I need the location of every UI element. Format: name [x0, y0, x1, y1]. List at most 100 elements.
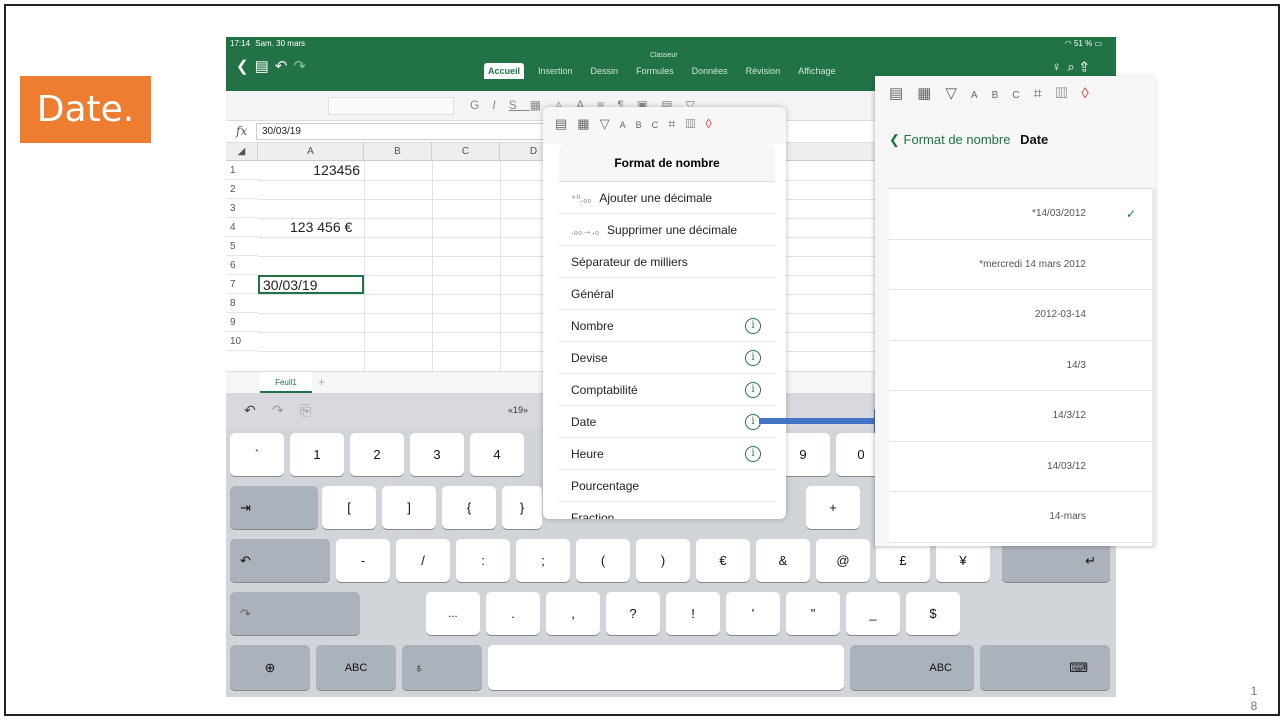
row-header[interactable]: 6: [226, 256, 258, 275]
add-sheet-icon[interactable]: +: [318, 375, 325, 389]
select-all-corner[interactable]: ◢: [226, 143, 258, 161]
key-dollar[interactable]: $: [906, 592, 960, 635]
abc-key-right[interactable]: ABC: [850, 645, 974, 690]
sheet-icon[interactable]: ▥: [685, 116, 705, 131]
cell-a7-selected[interactable]: 30/03/19: [258, 275, 364, 294]
format-item-percentage[interactable]: Pourcentage: [559, 470, 775, 502]
key-at[interactable]: @: [816, 539, 870, 582]
eraser-icon[interactable]: ◊: [1081, 85, 1102, 102]
column-header[interactable]: C: [432, 143, 500, 161]
key-3[interactable]: 3: [410, 433, 464, 476]
row-header[interactable]: 10: [226, 332, 258, 351]
format-item-time[interactable]: Heure i: [559, 438, 775, 470]
row-header[interactable]: 8: [226, 294, 258, 313]
key-underscore[interactable]: _: [846, 592, 900, 635]
info-icon[interactable]: i: [745, 382, 761, 398]
date-option[interactable]: 14-mars: [889, 492, 1156, 543]
number-format-icon[interactable]: ABC: [971, 90, 1034, 101]
key-close-bracket[interactable]: ]: [382, 486, 436, 529]
key-question[interactable]: ?: [606, 592, 660, 635]
panel-scrollbar[interactable]: [1152, 188, 1156, 546]
number-format-icon[interactable]: ABC: [620, 120, 669, 130]
info-icon[interactable]: i: [745, 446, 761, 462]
key-quote[interactable]: ": [786, 592, 840, 635]
back-to-number-format[interactable]: Format de nombre: [904, 132, 1011, 147]
date-option[interactable]: 14-mars-12: [889, 543, 1156, 547]
autocomplete-suggestion[interactable]: «19»: [508, 405, 528, 415]
redo-icon[interactable]: ↷: [272, 402, 284, 419]
key-open-paren[interactable]: (: [576, 539, 630, 582]
column-header[interactable]: A: [258, 143, 364, 161]
format-item-number[interactable]: Nombre i: [559, 310, 775, 342]
date-option[interactable]: *mercredi 14 mars 2012: [889, 240, 1156, 290]
key-4[interactable]: 4: [470, 433, 524, 476]
undo-icon[interactable]: ↶: [244, 402, 256, 419]
tab-insertion[interactable]: Insertion: [534, 63, 577, 79]
key-1[interactable]: 1: [290, 433, 344, 476]
format-item-general[interactable]: Général: [559, 278, 775, 310]
abc-key-left[interactable]: ABC: [316, 645, 396, 690]
redo-key[interactable]: ↷: [230, 592, 360, 635]
format-item-currency[interactable]: Devise i: [559, 342, 775, 374]
format-item-date[interactable]: Date i: [559, 406, 775, 438]
key-exclamation[interactable]: !: [666, 592, 720, 635]
row-header[interactable]: 1: [226, 161, 258, 180]
sheet-icon[interactable]: ▥: [1056, 85, 1081, 102]
paste-icon[interactable]: ⎘: [300, 402, 311, 419]
search-icon[interactable]: ⌕: [1067, 59, 1080, 74]
formula-input[interactable]: [256, 123, 556, 140]
date-option[interactable]: 14/03/12: [889, 442, 1156, 492]
date-option[interactable]: 14/3/12: [889, 391, 1156, 442]
key-close-paren[interactable]: ): [636, 539, 690, 582]
table-style-icon[interactable]: ▦: [577, 116, 599, 131]
eraser-icon[interactable]: ◊: [705, 116, 721, 131]
key-ampersand[interactable]: &: [756, 539, 810, 582]
key-plus[interactable]: +: [806, 486, 860, 529]
format-item-thousands-separator[interactable]: Séparateur de milliers: [559, 246, 775, 278]
tab-donnees[interactable]: Données: [688, 63, 732, 79]
key-close-brace[interactable]: }: [502, 486, 542, 529]
font-name-box[interactable]: [328, 97, 454, 115]
file-icon[interactable]: ▤: [255, 58, 275, 75]
key-comma[interactable]: ,: [546, 592, 600, 635]
tab-formules[interactable]: Formules: [632, 63, 678, 79]
format-painter-icon[interactable]: ▽: [945, 85, 971, 102]
tab-accueil[interactable]: Accueil: [484, 63, 525, 79]
redo-icon[interactable]: ↷: [293, 58, 312, 75]
key-period[interactable]: .: [486, 592, 540, 635]
bold-icon[interactable]: G: [470, 98, 492, 112]
italic-icon[interactable]: I: [492, 98, 508, 112]
date-option[interactable]: 2012-03-14: [889, 290, 1156, 341]
lightbulb-icon[interactable]: ♀: [1052, 59, 1068, 74]
row-header[interactable]: 7: [226, 275, 258, 294]
column-header[interactable]: B: [364, 143, 432, 161]
space-key[interactable]: [488, 645, 844, 690]
cell-a1[interactable]: 123456: [258, 161, 362, 180]
tab-revision[interactable]: Révision: [742, 63, 785, 79]
format-item-accounting[interactable]: Comptabilité i: [559, 374, 775, 406]
key-2[interactable]: 2: [350, 433, 404, 476]
info-icon[interactable]: i: [745, 318, 761, 334]
tab-dessin[interactable]: Dessin: [587, 63, 623, 79]
format-painter-icon[interactable]: ▽: [600, 116, 620, 131]
row-header[interactable]: 5: [226, 237, 258, 256]
tab-affichage[interactable]: Affichage: [794, 63, 839, 79]
key-open-brace[interactable]: {: [442, 486, 496, 529]
key-ellipsis[interactable]: ...: [426, 592, 480, 635]
crop-icon[interactable]: ⌗: [668, 116, 685, 131]
key-open-bracket[interactable]: [: [322, 486, 376, 529]
row-header[interactable]: 2: [226, 180, 258, 199]
cells-icon[interactable]: ▤: [889, 85, 917, 102]
sheet-tab-feuil1[interactable]: Feuil1: [260, 372, 312, 393]
format-item-remove-decimal[interactable]: .₀₀→.₀ Supprimer une décimale: [559, 214, 775, 246]
undo-key[interactable]: ↶: [230, 539, 330, 582]
hide-keyboard-icon[interactable]: ⌨: [980, 645, 1110, 690]
back-chevron-icon[interactable]: ❮: [236, 58, 255, 75]
globe-key-icon[interactable]: ⊕: [230, 645, 310, 690]
cell-a4[interactable]: 123 456 €: [258, 218, 362, 237]
key-minus[interactable]: -: [336, 539, 390, 582]
key-apostrophe[interactable]: ': [726, 592, 780, 635]
key-semicolon[interactable]: ;: [516, 539, 570, 582]
tab-key[interactable]: ⇥: [230, 486, 318, 529]
date-option[interactable]: 14/3: [889, 341, 1156, 391]
